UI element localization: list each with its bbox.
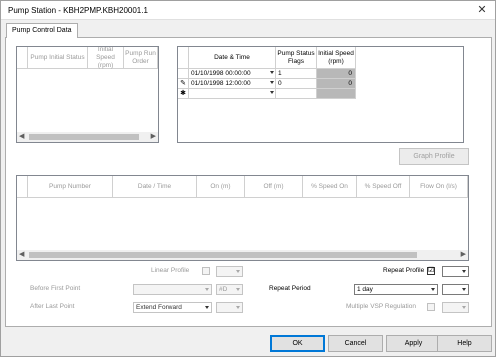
cell-initial-speed (317, 89, 356, 99)
column-header-date-time[interactable]: Date / Time (113, 176, 197, 198)
chevron-down-icon (236, 270, 240, 273)
multiple-vsp-regulation-combo[interactable] (442, 302, 469, 313)
after-last-point-aux-combo[interactable] (216, 302, 243, 313)
schedule-grid[interactable]: Date & Time Pump Status Flags Initial Sp… (177, 46, 464, 143)
grid-corner (17, 176, 28, 198)
row-header[interactable]: ✎ (178, 79, 189, 89)
check-icon: ☑ (428, 267, 435, 274)
repeat-period-unit-combo[interactable] (442, 284, 469, 295)
grid-corner (17, 47, 28, 69)
cell-datetime[interactable] (189, 89, 276, 99)
graph-profile-button[interactable]: Graph Profile (399, 148, 469, 165)
chevron-down-icon (462, 288, 466, 291)
chevron-down-icon[interactable] (270, 71, 274, 74)
after-last-point-label: After Last Point (30, 303, 75, 310)
ok-button[interactable]: OK (270, 335, 325, 352)
after-last-point-value: Extend Forward (136, 304, 182, 311)
edit-pencil-icon: ✎ (180, 80, 186, 87)
cell-datetime[interactable]: 01/10/1998 00:00:00 (189, 69, 276, 79)
tab-pump-control-data[interactable]: Pump Control Data (6, 23, 78, 38)
cell-status-flags[interactable] (276, 89, 317, 99)
datetime-value: 01/10/1998 00:00:00 (191, 70, 251, 77)
before-first-point-select[interactable] (133, 284, 212, 295)
window-title: Pump Station - KBH2PMP.KBH20001.1 (8, 6, 148, 15)
column-header-flow-on[interactable]: Flow On (l/s) (410, 176, 468, 198)
chevron-down-icon (205, 306, 209, 309)
repeat-profile-label: Repeat Profile (383, 267, 425, 274)
row-header[interactable]: ✱ (178, 89, 189, 99)
column-header-speed-on[interactable]: % Speed On (303, 176, 357, 198)
repeat-period-label: Repeat Period (269, 285, 311, 292)
cancel-button[interactable]: Cancel (328, 335, 383, 352)
column-header-initial-speed[interactable]: Initial Speed (rpm) (88, 47, 124, 69)
chevron-down-icon (431, 288, 435, 291)
apply-button[interactable]: Apply (386, 335, 441, 352)
cell-initial-speed: 0 (317, 79, 356, 89)
before-first-point-aux-value: #D (219, 286, 228, 293)
chevron-down-icon (462, 270, 466, 273)
column-header-speed-off[interactable]: % Speed Off (357, 176, 410, 198)
help-button[interactable]: Help (437, 335, 492, 352)
multiple-vsp-regulation-label: Multiple VSP Regulation (346, 303, 416, 310)
linear-profile-combo[interactable] (216, 266, 243, 277)
cell-initial-speed: 0 (317, 69, 356, 79)
cell-datetime[interactable]: 01/10/1998 12:00:00 (189, 79, 276, 89)
column-header-off[interactable]: Off (m) (245, 176, 303, 198)
row-header[interactable] (178, 69, 189, 79)
chevron-down-icon (236, 288, 240, 291)
column-header-pump-status-flags[interactable]: Pump Status Flags (276, 47, 317, 69)
close-icon[interactable]: ✕ (475, 4, 489, 17)
scroll-left-icon[interactable]: ◀ (19, 251, 24, 259)
linear-profile-label: Linear Profile (151, 267, 190, 274)
column-header-date-time[interactable]: Date & Time (189, 47, 276, 69)
horizontal-scrollbar[interactable]: ◀ ▶ (17, 250, 468, 260)
chevron-down-icon (236, 306, 240, 309)
chevron-down-icon (462, 306, 466, 309)
chevron-down-icon[interactable] (270, 81, 274, 84)
initial-status-grid[interactable]: Pump Initial Status Initial Speed (rpm) … (16, 46, 159, 143)
before-first-point-label: Before First Point (30, 285, 81, 292)
repeat-profile-checkbox[interactable]: ☑ (427, 267, 435, 275)
repeat-period-select[interactable]: 1 day (354, 284, 438, 295)
column-header-pump-number[interactable]: Pump Number (28, 176, 113, 198)
datetime-value: 01/10/1998 12:00:00 (191, 80, 251, 87)
tab-panel: Pump Initial Status Initial Speed (rpm) … (5, 37, 492, 327)
scroll-left-icon[interactable]: ◀ (19, 133, 24, 141)
scroll-right-icon[interactable]: ▶ (151, 133, 156, 141)
column-header-on[interactable]: On (m) (197, 176, 245, 198)
title-bar: Pump Station - KBH2PMP.KBH20001.1 ✕ (1, 1, 495, 20)
pump-station-dialog: Pump Station - KBH2PMP.KBH20001.1 ✕ Pump… (0, 0, 496, 357)
horizontal-scrollbar[interactable]: ◀ ▶ (17, 132, 158, 142)
multiple-vsp-regulation-checkbox[interactable] (427, 303, 435, 311)
chevron-down-icon[interactable] (270, 91, 274, 94)
after-last-point-select[interactable]: Extend Forward (133, 302, 212, 313)
scroll-right-icon[interactable]: ▶ (461, 251, 466, 259)
new-row-icon: ✱ (180, 90, 186, 97)
linear-profile-checkbox[interactable] (202, 267, 210, 275)
cell-status-flags[interactable]: 0 (276, 79, 317, 89)
chevron-down-icon (205, 288, 209, 291)
grid-corner (178, 47, 189, 69)
repeat-period-value: 1 day (357, 286, 373, 293)
repeat-profile-combo[interactable] (442, 266, 469, 277)
column-header-pump-run-order[interactable]: Pump Run Order (124, 47, 158, 69)
column-header-pump-initial-status[interactable]: Pump Initial Status (28, 47, 88, 69)
scrollbar-thumb[interactable] (29, 134, 139, 140)
before-first-point-aux-combo[interactable]: #D (216, 284, 243, 295)
cell-status-flags[interactable]: 1 (276, 69, 317, 79)
pump-settings-grid[interactable]: Pump Number Date / Time On (m) Off (m) %… (16, 175, 469, 261)
column-header-initial-speed[interactable]: Initial Speed (rpm) (317, 47, 356, 69)
scrollbar-thumb[interactable] (29, 252, 417, 258)
